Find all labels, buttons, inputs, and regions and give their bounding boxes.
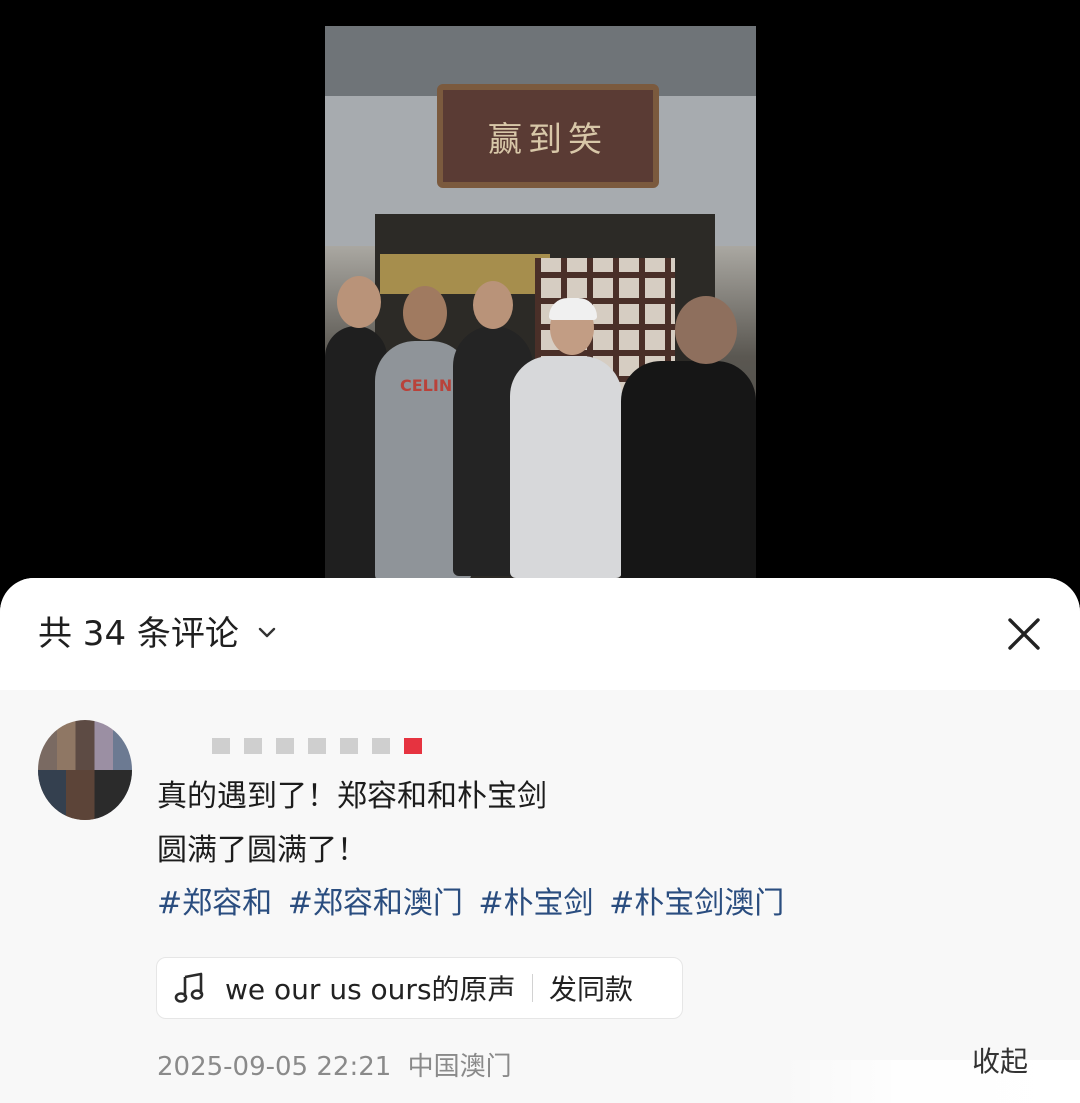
hashtag-link[interactable]: #郑容和澳门 — [288, 886, 463, 921]
white-cap — [549, 298, 597, 320]
blur-block-red — [404, 738, 422, 754]
close-icon[interactable] — [1002, 612, 1046, 656]
comment-location: 中国澳门 — [407, 1052, 512, 1082]
person-right-guard-head — [675, 296, 737, 364]
person-black-shirt-head — [473, 281, 513, 329]
use-same-sound-button[interactable]: 发同款 — [549, 968, 633, 1008]
person-grey-shirt-head — [403, 286, 447, 340]
blur-block — [212, 738, 230, 754]
hashtag-link[interactable]: #朴宝剑澳门 — [609, 886, 784, 921]
hashtag-link[interactable]: #朴宝剑 — [478, 886, 593, 921]
person-white-tee — [510, 356, 622, 578]
blur-block — [372, 738, 390, 754]
chevron-down-icon[interactable] — [256, 622, 278, 644]
avatar[interactable] — [38, 720, 132, 820]
blur-block — [308, 738, 326, 754]
bottom-fade-overlay — [780, 1060, 1080, 1103]
music-chip-divider — [531, 974, 534, 1002]
hashtag-link[interactable]: #郑容和 — [157, 886, 272, 921]
shop-sign-text: 赢到笑 — [488, 119, 608, 160]
shop-sign: 赢到笑 — [437, 84, 659, 188]
comment-meta: 2025-09-05 22:21 中国澳门 — [157, 1050, 512, 1084]
comment-count-title[interactable]: 共 34 条评论 — [38, 612, 239, 656]
blur-block — [276, 738, 294, 754]
collapse-button[interactable]: 收起 — [972, 1045, 1028, 1085]
blur-block — [244, 738, 262, 754]
comment-timestamp: 2025-09-05 22:21 — [157, 1052, 392, 1082]
music-note-icon — [174, 972, 204, 1003]
hashtag-list: #郑容和 #郑容和澳门 #朴宝剑 #朴宝剑澳门 — [157, 884, 784, 924]
comment-sheet-header: 共 34 条评论 — [0, 578, 1080, 690]
post-photo[interactable]: 赢到笑 CELINE — [325, 26, 756, 578]
comment-text-line-1: 真的遇到了！郑容和和朴宝剑 — [157, 779, 547, 814]
username-blurred[interactable] — [212, 738, 422, 754]
comment-text-line-2: 圆满了圆满了！ — [157, 833, 367, 868]
shop-shelf — [380, 254, 550, 294]
music-song-title[interactable]: we our us ours的原声 — [225, 968, 516, 1008]
blur-block — [340, 738, 358, 754]
person-left-guard-head — [337, 276, 381, 328]
person-right-guard — [621, 361, 756, 578]
music-chip[interactable]: we our us ours的原声 发同款 — [156, 957, 683, 1019]
